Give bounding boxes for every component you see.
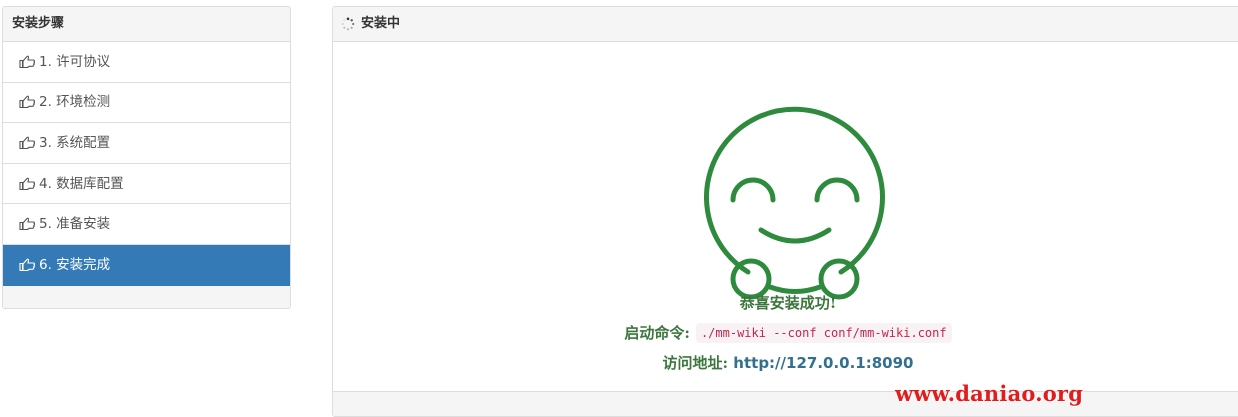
step-label: 6. 安装完成 — [39, 256, 111, 273]
install-steps-title: 安装步骤 — [3, 7, 290, 42]
hand-point-right-icon — [19, 136, 36, 150]
step-label: 2. 环境检测 — [39, 94, 111, 111]
step-license[interactable]: 1. 许可协议 — [3, 42, 290, 83]
access-url-link[interactable]: http://127.0.0.1:8090 — [733, 354, 913, 372]
access-url-label: 访问地址: — [662, 354, 729, 372]
install-steps-panel: 安装步骤 1. 许可协议 2. 环境检测 3. 系统配置 4. 数据库配置 5.… — [2, 6, 291, 309]
step-install-complete[interactable]: 6. 安装完成 — [3, 244, 290, 286]
install-success-message: 恭喜安装成功! — [739, 294, 837, 312]
install-status-title: 安装中 — [361, 16, 401, 31]
hand-point-right-icon — [19, 177, 36, 190]
step-environment-check[interactable]: 2. 环境检测 — [3, 83, 290, 124]
install-status-panel: 安装中 恭喜安装成功! 启动命令: ./mm-wiki --conf conf/… — [332, 6, 1238, 417]
step-prepare-install[interactable]: 5. 准备安装 — [3, 204, 290, 245]
access-url-line: 访问地址: http://127.0.0.1:8090 — [333, 352, 1238, 373]
step-label: 3. 系统配置 — [39, 134, 111, 151]
hand-point-right-icon — [19, 217, 36, 231]
step-database-config[interactable]: 4. 数据库配置 — [3, 164, 290, 205]
install-status-footer — [333, 391, 1238, 416]
start-command-label: 启动命令: — [624, 324, 690, 342]
step-label: 5. 准备安装 — [39, 216, 111, 233]
hand-point-right-icon — [19, 96, 36, 109]
hand-point-right-icon — [19, 258, 36, 271]
start-command-value: ./mm-wiki --conf conf/mm-wiki.conf — [695, 322, 952, 343]
spinner-icon — [341, 17, 355, 31]
smiley-face-icon — [704, 106, 885, 300]
steps-panel-footer — [3, 285, 290, 308]
step-system-config[interactable]: 3. 系统配置 — [3, 123, 290, 164]
install-result-body: 恭喜安装成功! 启动命令: ./mm-wiki --conf conf/mm-w… — [333, 42, 1238, 393]
step-label: 1. 许可协议 — [39, 53, 111, 70]
install-status-header: 安装中 — [333, 7, 1238, 42]
step-label: 4. 数据库配置 — [39, 175, 124, 192]
watermark-text: www.daniao.org — [895, 381, 1084, 406]
start-command-line: 启动命令: ./mm-wiki --conf conf/mm-wiki.conf — [333, 322, 1238, 343]
hand-point-right-icon — [19, 55, 36, 68]
